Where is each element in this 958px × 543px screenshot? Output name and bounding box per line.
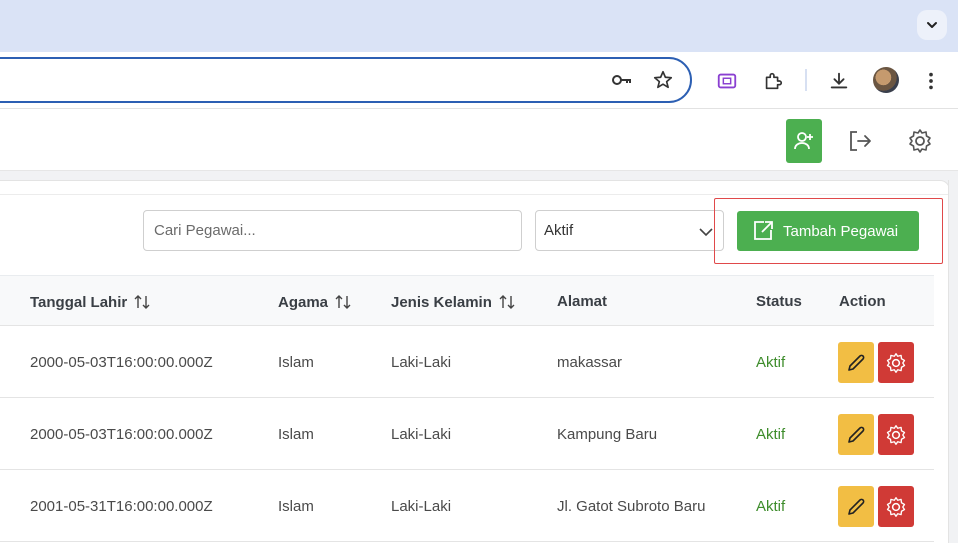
add-user-icon xyxy=(794,132,813,150)
sort-icon xyxy=(335,295,351,309)
avatar[interactable] xyxy=(873,67,899,93)
edit-button[interactable] xyxy=(838,414,874,455)
cell-status: Aktif xyxy=(756,354,786,371)
chevron-down-icon xyxy=(699,228,713,237)
gear-icon[interactable] xyxy=(906,127,934,155)
cell-alamat: Jl. Gatot Subroto Baru xyxy=(557,498,706,515)
search-input[interactable] xyxy=(143,210,522,251)
col-tanggal-lahir[interactable]: Tanggal Lahir xyxy=(30,293,151,311)
add-employee-label: Tambah Pegawai xyxy=(783,222,899,240)
app-header xyxy=(0,108,958,171)
table-header: Tanggal Lahir Agama Jenis Kelamin Alamat… xyxy=(0,275,934,326)
cell-agama: Islam xyxy=(278,498,314,515)
pencil-icon xyxy=(848,426,865,443)
col-status: Status xyxy=(756,293,802,310)
add-user-button[interactable] xyxy=(786,119,822,163)
cell-alamat: Kampung Baru xyxy=(557,426,658,443)
col-alamat: Alamat xyxy=(557,293,608,310)
external-link-icon xyxy=(754,221,773,240)
pencil-icon xyxy=(848,498,865,515)
table-row: 2001-05-31T16:00:00.000Z Islam Laki-Laki… xyxy=(0,470,934,542)
sort-icon xyxy=(134,295,150,309)
scrollbar-track[interactable] xyxy=(948,180,958,543)
gear-icon xyxy=(886,424,906,445)
status-select[interactable]: Aktif xyxy=(535,210,724,251)
add-employee-button[interactable]: Tambah Pegawai xyxy=(737,211,919,251)
screencast-icon[interactable] xyxy=(714,68,740,94)
key-icon[interactable] xyxy=(610,68,634,92)
cell-agama: Islam xyxy=(278,354,314,371)
settings-button[interactable] xyxy=(878,342,914,383)
cell-tanggal-lahir: 2000-05-03T16:00:00.000Z xyxy=(30,354,213,371)
edit-button[interactable] xyxy=(838,486,874,527)
cell-jenis-kelamin: Laki-Laki xyxy=(391,354,452,371)
download-icon[interactable] xyxy=(826,68,852,94)
logout-icon[interactable] xyxy=(846,127,874,155)
gear-icon xyxy=(886,496,906,517)
cell-alamat: makassar xyxy=(557,354,623,371)
address-bar[interactable] xyxy=(0,57,692,103)
table-row: 2000-05-03T16:00:00.000Z Islam Laki-Laki… xyxy=(0,398,934,470)
browser-tabstrip xyxy=(0,0,958,52)
cell-tanggal-lahir: 2001-05-31T16:00:00.000Z xyxy=(30,498,213,515)
chevron-down-icon xyxy=(927,22,937,28)
more-vert-icon[interactable] xyxy=(918,68,944,94)
cell-agama: Islam xyxy=(278,426,314,443)
pencil-icon xyxy=(848,354,865,371)
settings-button[interactable] xyxy=(878,486,914,527)
extension-icon[interactable] xyxy=(760,68,786,94)
col-agama[interactable]: Agama xyxy=(278,293,352,311)
cell-jenis-kelamin: Laki-Laki xyxy=(391,426,452,443)
col-action: Action xyxy=(839,293,886,310)
cell-status: Aktif xyxy=(756,498,786,515)
gear-icon xyxy=(886,352,906,373)
toolbar-divider xyxy=(805,69,807,91)
status-select-value: Aktif xyxy=(544,222,574,239)
cell-status: Aktif xyxy=(756,426,786,443)
edit-button[interactable] xyxy=(838,342,874,383)
star-icon[interactable] xyxy=(651,68,675,92)
sort-icon xyxy=(499,295,515,309)
table-row: 2000-05-03T16:00:00.000Z Islam Laki-Laki… xyxy=(0,326,934,398)
browser-toolbar xyxy=(0,52,958,108)
cell-tanggal-lahir: 2000-05-03T16:00:00.000Z xyxy=(30,426,213,443)
col-jenis-kelamin[interactable]: Jenis Kelamin xyxy=(391,293,516,311)
tab-search-button[interactable] xyxy=(917,10,947,40)
cell-jenis-kelamin: Laki-Laki xyxy=(391,498,452,515)
settings-button[interactable] xyxy=(878,414,914,455)
